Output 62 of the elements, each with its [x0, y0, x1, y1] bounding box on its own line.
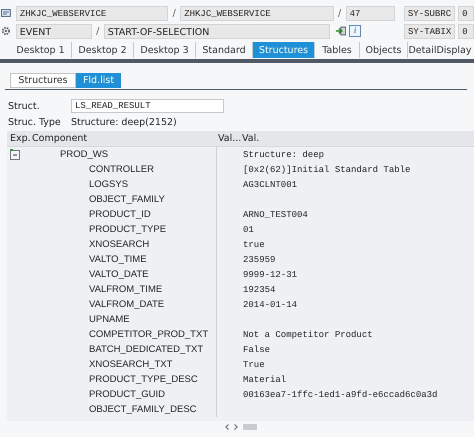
component-cell: PRODUCT_TYPE_DESC [89, 374, 198, 385]
component-cell: OBJECT_FAMILY [89, 194, 165, 205]
column-header[interactable]: Val... [216, 131, 240, 146]
separator: / [337, 8, 342, 18]
sysvar-field: SY-SUBRC [404, 6, 456, 20]
component-cell: XNOSEARCH_TXT [89, 359, 172, 370]
value-cell: 01 [243, 225, 254, 235]
component-cell: LOGSYS [89, 179, 128, 190]
sysvar-field: SY-TABIX [404, 24, 456, 38]
gear-icon [1, 26, 11, 36]
component-cell: VALTO_DATE [89, 269, 148, 280]
component-cell: XNOSEARCH [89, 239, 150, 250]
component-cell: COMPETITOR_PROD_TXT [89, 329, 208, 340]
value-cell: Not a Competitor Product [243, 330, 373, 340]
component-cell: UPNAME [89, 314, 130, 325]
tab[interactable]: Structures [10, 73, 76, 88]
collapse-icon[interactable] [10, 149, 20, 160]
component-cell: OBJECT_FAMILY_DESC [89, 404, 197, 415]
value-cell: True [243, 360, 265, 370]
value-cell: ARNO_TEST004 [243, 210, 308, 220]
value-cell: 00163ea7-1ffc-1ed1-a9fd-e6ccad6c0a3d [243, 390, 438, 400]
struc-type-value: Structure: deep(2152) [71, 116, 177, 128]
separator: / [172, 8, 177, 18]
component-cell: PRODUCT_ID [89, 209, 151, 220]
value-cell: 2014-01-14 [243, 300, 298, 310]
program-field: ZHKJC_WEBSERVICE [16, 6, 168, 20]
value-cell: true [243, 240, 265, 250]
component-cell: CONTROLLER [89, 164, 154, 175]
line-field: 47 [346, 6, 395, 20]
value-cell: 192354 [243, 285, 276, 295]
value-cell: 235959 [243, 255, 276, 265]
scroll-right-icon[interactable] [234, 424, 238, 430]
separator: / [95, 26, 100, 36]
component-cell: VALFROM_DATE [89, 299, 164, 310]
column-header[interactable]: Component [30, 133, 216, 144]
value-cell: Structure: deep [243, 150, 324, 160]
component-cell: PRODUCT_GUID [89, 389, 166, 400]
include-field: ZHKJC_WEBSERVICE [180, 6, 334, 20]
arrow-icon[interactable] [334, 26, 346, 36]
program-icon [1, 8, 11, 18]
event-field: START-OF-SELECTION [104, 24, 330, 38]
value-cell: 9999-12-31 [243, 270, 298, 280]
sysvar-value: 0 [458, 24, 474, 38]
column-header[interactable]: Val. [240, 133, 474, 144]
value-cell: AG3CLNT001 [243, 180, 298, 190]
value-cell: False [243, 345, 270, 355]
value-cell: [0x2(62)]Initial Standard Table [243, 165, 410, 175]
struct-field[interactable]: LS_READ_RESULT [71, 99, 224, 113]
column-header[interactable]: Exp. [7, 133, 30, 144]
struct-label: Struct. [8, 100, 41, 112]
component-cell: VALFROM_TIME [89, 284, 162, 295]
struc-type-label: Struc. Type [8, 116, 62, 128]
scroll-left-icon[interactable] [224, 424, 228, 430]
component-cell: BATCH_DEDICATED_TXT [89, 344, 204, 355]
scroll-thumb[interactable] [242, 424, 256, 430]
info-button[interactable]: i [349, 25, 362, 37]
sysvar-value: 0 [458, 6, 474, 20]
value-cell: Material [243, 375, 286, 385]
event-label: EVENT [16, 24, 92, 38]
component-cell: PROD_WS [60, 149, 108, 160]
component-cell: VALTO_TIME [89, 254, 147, 265]
component-cell: PRODUCT_TYPE [89, 224, 166, 235]
